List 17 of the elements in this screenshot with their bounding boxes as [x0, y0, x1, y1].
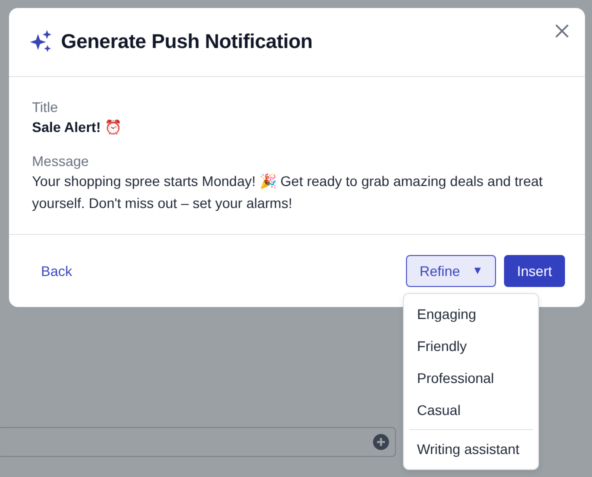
- field-label: Title: [32, 99, 59, 116]
- add-icon[interactable]: [373, 434, 389, 450]
- refine-button[interactable]: Refine ▼: [406, 255, 496, 287]
- menu-item[interactable]: Professional: [404, 362, 538, 394]
- back-button[interactable]: Back: [29, 255, 84, 287]
- input-field[interactable]: [0, 427, 396, 457]
- menu-item[interactable]: Writing assistant: [404, 433, 538, 465]
- dialog-title: Generate Push Notification: [61, 30, 313, 54]
- insert-button[interactable]: Insert: [504, 255, 565, 287]
- sparkles-icon: [29, 30, 53, 54]
- menu-item[interactable]: Friendly: [404, 330, 538, 362]
- field-label: Message: [32, 153, 90, 170]
- menu-item[interactable]: Casual: [404, 394, 538, 426]
- field-value: Sale Alert! ⏰: [32, 118, 123, 137]
- menu-item[interactable]: Engaging: [404, 298, 538, 330]
- close-icon[interactable]: [555, 24, 569, 38]
- field-value: Your shopping spree starts Monday! 🎉 Get ready to grab amazing deals and treat yourself. Don't miss out – set your alarms!: [32, 172, 544, 213]
